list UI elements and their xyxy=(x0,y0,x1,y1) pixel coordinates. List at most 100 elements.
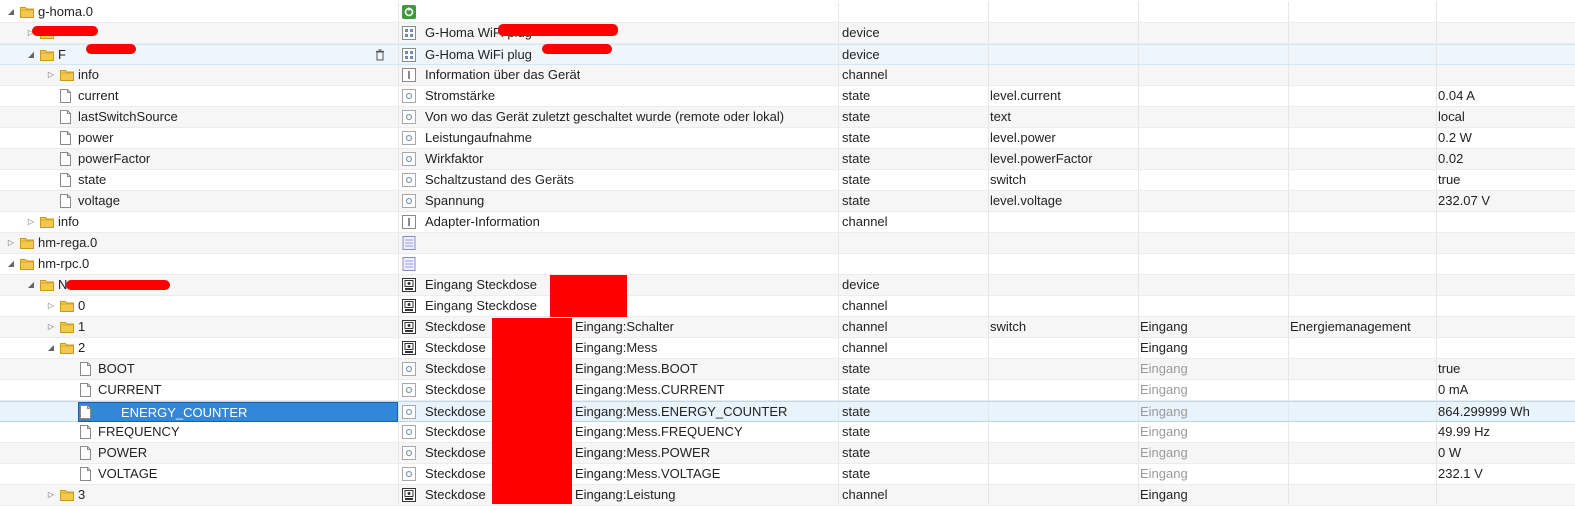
object-id[interactable]: powerFactor xyxy=(78,149,150,169)
column-divider xyxy=(398,128,399,148)
tree-row-selected[interactable]: ENERGY_COUNTER Steckdose Eingang:Mess.ENER… xyxy=(0,401,1575,422)
object-name-suffix: Eingang:Mess xyxy=(575,340,658,355)
object-name: Steckdose xyxy=(425,466,486,481)
collapse-arrow-icon[interactable]: ◢ xyxy=(6,254,16,274)
column-divider xyxy=(1436,233,1437,253)
object-id[interactable]: current xyxy=(78,86,118,106)
object-room: Eingang xyxy=(1140,382,1188,397)
object-value: true xyxy=(1438,172,1461,187)
object-value: 49.99 Hz xyxy=(1438,424,1491,439)
column-divider xyxy=(1436,65,1437,85)
column-divider xyxy=(838,464,839,484)
expand-arrow-icon[interactable]: ▷ xyxy=(26,212,36,232)
expand-arrow-icon[interactable]: ▷ xyxy=(6,233,16,253)
object-id[interactable]: info xyxy=(58,212,79,232)
object-role: switch xyxy=(990,172,1027,187)
tree-row[interactable]: ◢ g-homa.0 xyxy=(0,2,1575,23)
folder-icon xyxy=(60,321,74,333)
tree-row[interactable]: ◢ 2 Steckdose Eingang:Mess channel Eingang xyxy=(0,338,1575,359)
delete-icon[interactable] xyxy=(373,48,387,62)
column-divider xyxy=(1436,107,1437,127)
collapse-arrow-icon[interactable]: ◢ xyxy=(26,275,36,295)
tree-row[interactable]: ◢ F G-Homa WiFi plug device xyxy=(0,44,1575,65)
tree-row[interactable]: ▷ hm-rega.0 xyxy=(0,233,1575,254)
tree-row[interactable]: ▷ info Information über das Gerät channel xyxy=(0,65,1575,86)
object-id[interactable]: hm-rega.0 xyxy=(38,233,97,253)
tree-row[interactable]: ▷ info Adapter-Information channel xyxy=(0,212,1575,233)
column-divider xyxy=(1138,86,1139,106)
expand-arrow-icon[interactable]: ▷ xyxy=(46,485,56,505)
file-icon xyxy=(80,467,91,481)
object-type: device xyxy=(842,277,880,292)
object-id[interactable]: POWER xyxy=(98,443,147,463)
object-id[interactable]: hm-rpc.0 xyxy=(38,254,89,274)
object-value: 0 mA xyxy=(1438,382,1469,397)
collapse-arrow-icon[interactable]: ◢ xyxy=(6,2,16,22)
object-id[interactable]: VOLTAGE xyxy=(98,464,157,484)
object-id[interactable]: 3 xyxy=(78,485,85,505)
object-id[interactable]: 2 xyxy=(78,338,85,358)
column-divider xyxy=(398,275,399,295)
object-id[interactable]: info xyxy=(78,65,99,85)
object-type: state xyxy=(842,151,871,166)
tree-row[interactable]: VOLTAGE Steckdose Eingang:Mess.VOLTAGE stat… xyxy=(0,464,1575,485)
object-id[interactable]: FREQUENCY xyxy=(98,422,180,442)
object-id[interactable]: 0 xyxy=(78,296,85,316)
tree-row[interactable]: ▷0Eingang Steckdose:0channel xyxy=(0,296,1575,317)
tree-row[interactable]: CURRENT Steckdose Eingang:Mess.CURRENT stat… xyxy=(0,380,1575,401)
expand-arrow-icon[interactable]: ▷ xyxy=(46,296,56,316)
column-divider xyxy=(838,275,839,295)
object-id[interactable]: 1 xyxy=(78,317,85,337)
object-tree: ◢ g-homa.0 ▷ G-Homa WiFi plug device ◢ F G-Homa… xyxy=(0,0,1575,506)
tree-row[interactable]: ◢ N Eingang Steckdose device xyxy=(0,275,1575,296)
tree-row[interactable]: ▷ 1 Steckdose Eingang:Schalter channel switch… xyxy=(0,317,1575,338)
column-divider xyxy=(398,191,399,211)
expand-arrow-icon[interactable]: ▷ xyxy=(46,65,56,85)
tree-row[interactable]: BOOT Steckdose Eingang:Mess.BOOT state Einga… xyxy=(0,359,1575,380)
object-type: channel xyxy=(842,298,888,313)
tree-row[interactable]: voltage Spannung state level.voltage 232.07 … xyxy=(0,191,1575,212)
tree-row[interactable]: FREQUENCY Steckdose Eingang:Mess.FREQUENCY… xyxy=(0,422,1575,443)
tree-row[interactable]: state Schaltzustand des Geräts state switch… xyxy=(0,170,1575,191)
object-id[interactable]: CURRENT xyxy=(98,380,162,400)
object-type: state xyxy=(842,130,871,145)
collapse-arrow-icon[interactable]: ◢ xyxy=(26,45,36,65)
tree-row[interactable]: POWER Steckdose Eingang:Mess.POWER state Ein… xyxy=(0,443,1575,464)
tree-row[interactable]: current Stromstärke state level.current 0.04… xyxy=(0,86,1575,107)
column-divider xyxy=(1138,212,1139,232)
object-name: Steckdose xyxy=(425,361,486,376)
tree-row[interactable]: ▷ 3 Steckdose Eingang:Leistung channel Eingan… xyxy=(0,485,1575,506)
column-divider xyxy=(1288,275,1289,295)
object-name: Stromstärke xyxy=(425,88,496,103)
tree-row[interactable]: powerFactor Wirkfaktor state level.powerFac… xyxy=(0,149,1575,170)
folder-icon xyxy=(20,258,34,270)
tree-row[interactable]: ◢ hm-rpc.0 xyxy=(0,254,1575,275)
column-divider xyxy=(988,402,989,421)
column-divider xyxy=(1288,212,1289,232)
hm-type-icon xyxy=(402,341,416,355)
object-id[interactable]: BOOT xyxy=(98,359,135,379)
folder-icon xyxy=(20,237,34,249)
column-divider xyxy=(838,359,839,379)
hm-type-icon xyxy=(402,488,416,502)
column-divider xyxy=(1288,359,1289,379)
object-id[interactable]: state xyxy=(78,170,106,190)
column-divider xyxy=(398,170,399,190)
collapse-arrow-icon[interactable]: ◢ xyxy=(46,338,56,358)
tree-row[interactable]: ▷ G-Homa WiFi plug device xyxy=(0,23,1575,44)
object-id[interactable]: ENERGY_COUNTER xyxy=(78,402,398,422)
object-id[interactable]: voltage xyxy=(78,191,120,211)
tree-row[interactable]: power Leistungaufnahme state level.power 0.2… xyxy=(0,128,1575,149)
object-id[interactable]: power xyxy=(78,128,113,148)
column-divider xyxy=(988,485,989,505)
object-id[interactable]: g-homa.0 xyxy=(38,2,93,22)
expand-arrow-icon[interactable]: ▷ xyxy=(46,317,56,337)
state-type-icon xyxy=(402,89,416,103)
state-type-icon xyxy=(402,425,416,439)
object-function: Energiemanagement xyxy=(1290,319,1411,334)
object-id[interactable]: F xyxy=(58,45,66,65)
object-name-suffix: Eingang:Schalter xyxy=(575,319,675,334)
column-divider xyxy=(988,107,989,127)
tree-row[interactable]: lastSwitchSource Von wo das Gerät zuletzt… xyxy=(0,107,1575,128)
object-id[interactable]: lastSwitchSource xyxy=(78,107,178,127)
